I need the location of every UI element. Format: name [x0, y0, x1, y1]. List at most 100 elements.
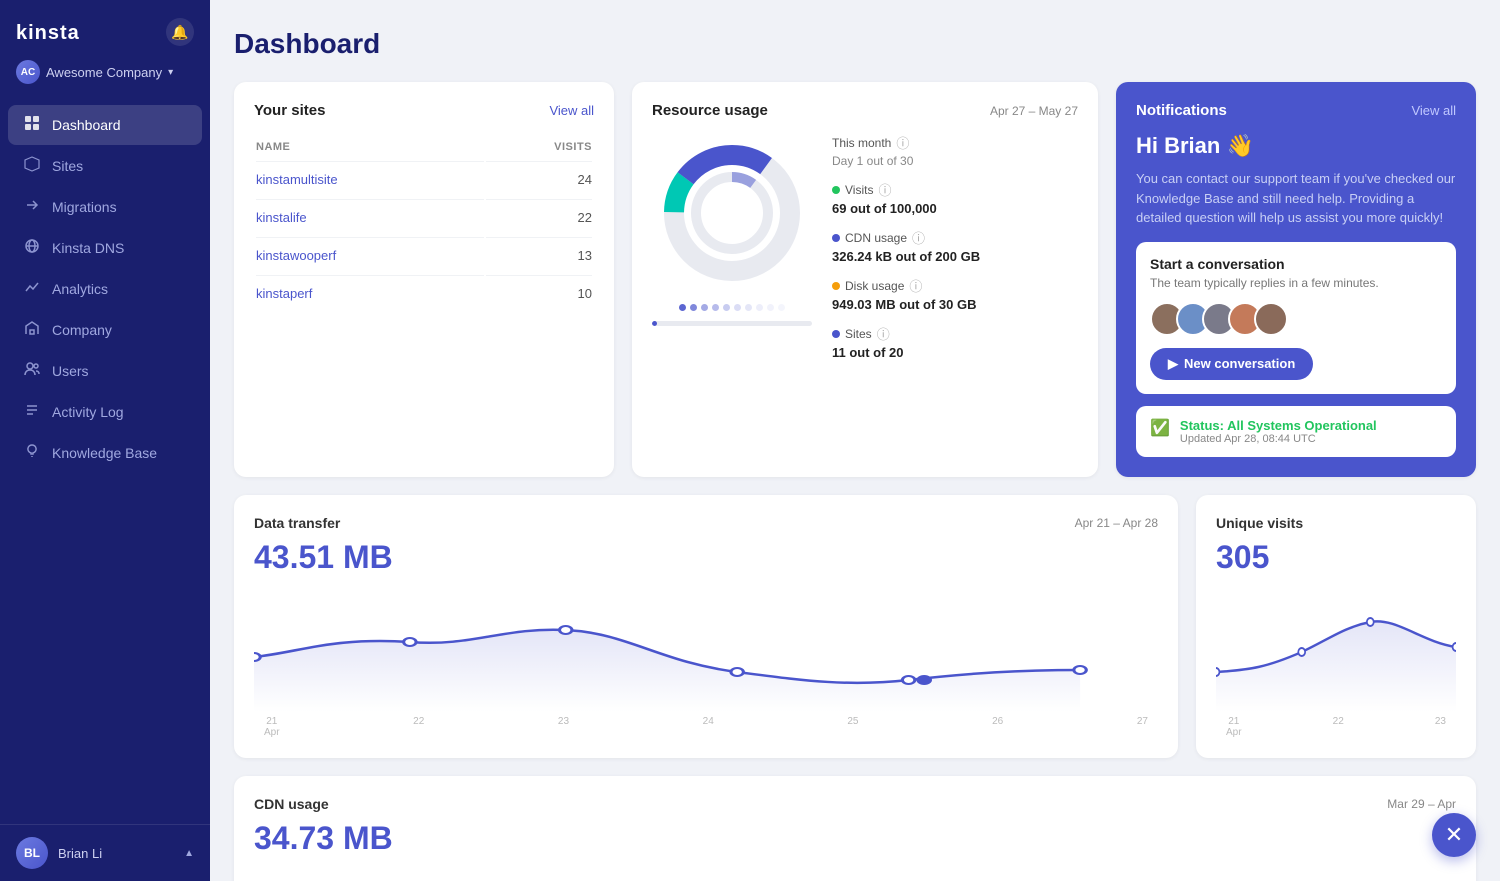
company-selector[interactable]: AC Awesome Company ▾ [0, 56, 210, 96]
sidebar-item-label-activity-log: Activity Log [52, 404, 124, 420]
site-link[interactable]: kinstalife [256, 210, 307, 225]
stat-sites: Sites ⓘ 11 out of 20 [832, 324, 1078, 360]
label-23: 23 [558, 716, 569, 738]
data-transfer-labels: 21Apr 22 23 24 25 26 27 [254, 716, 1158, 738]
users-icon [24, 361, 40, 381]
nav-section: Dashboard Sites Migrations Kinsta DNS An… [0, 96, 210, 824]
svg-text:kinsta: kinsta [16, 22, 80, 44]
uv-label-23: 23 [1435, 716, 1446, 738]
company-name: Awesome Company [46, 65, 162, 80]
sidebar-item-label-kinsta-dns: Kinsta DNS [52, 240, 124, 256]
stat-day-value: Day 1 out of 30 [832, 154, 1078, 168]
agent-avatar-5 [1254, 302, 1288, 336]
sidebar-item-sites[interactable]: Sites [8, 146, 202, 186]
stat-cdn: CDN usage ⓘ 326.24 kB out of 200 GB [832, 228, 1078, 264]
top-row: Your sites View all NAME VISITS kinstamu… [234, 82, 1476, 477]
stat-visits-value: 69 out of 100,000 [832, 201, 1078, 216]
data-transfer-header: Data transfer Apr 21 – Apr 28 [254, 515, 1158, 531]
stat-disk: Disk usage ⓘ 949.03 MB out of 30 GB [832, 276, 1078, 312]
notif-view-all[interactable]: View all [1411, 103, 1456, 118]
cdn-date: Mar 29 – Apr [1387, 797, 1456, 811]
sites-view-all[interactable]: View all [549, 103, 594, 118]
site-link[interactable]: kinstaperf [256, 286, 312, 301]
label-27: 27 [1137, 716, 1148, 738]
sites-card-title: Your sites [254, 102, 325, 119]
stat-cdn-value: 326.24 kB out of 200 GB [832, 249, 1078, 264]
sidebar-item-dashboard[interactable]: Dashboard [8, 105, 202, 145]
site-visits: 24 [486, 161, 592, 197]
site-link[interactable]: kinstamultisite [256, 172, 338, 187]
table-row: kinstaperf 10 [256, 275, 592, 311]
resource-card-title: Resource usage [652, 102, 768, 119]
site-link[interactable]: kinstawooperf [256, 248, 336, 263]
status-box: ✅ Status: All Systems Operational Update… [1136, 406, 1456, 457]
sidebar-item-label-company: Company [52, 322, 112, 338]
site-visits: 22 [486, 199, 592, 235]
cdn-value: 34.73 MB [254, 820, 1456, 857]
unique-visits-value: 305 [1216, 539, 1456, 576]
user-profile-bar[interactable]: BL Brian Li ▲ [0, 824, 210, 881]
conversation-box: Start a conversation The team typically … [1136, 242, 1456, 394]
table-row: kinstalife 22 [256, 199, 592, 235]
agent-avatars-row [1150, 302, 1442, 336]
cdn-header: CDN usage Mar 29 – Apr [254, 796, 1456, 812]
sites-table: NAME VISITS kinstamultisite 24 kinstalif… [254, 133, 594, 313]
status-check-icon: ✅ [1150, 418, 1170, 438]
resource-stats: This month ⓘ Day 1 out of 30 Visits ⓘ 69… [832, 133, 1078, 372]
kinsta-logo-svg: kinsta [16, 19, 96, 45]
sidebar-item-analytics[interactable]: Analytics [8, 269, 202, 309]
conv-title: Start a conversation [1150, 256, 1442, 272]
unique-visits-svg [1216, 592, 1456, 712]
notif-card-header: Notifications View all [1136, 102, 1456, 119]
stat-visits-label: Visits ⓘ [832, 180, 1078, 199]
migrations-icon [24, 197, 40, 217]
data-transfer-title: Data transfer [254, 515, 340, 531]
sidebar-item-migrations[interactable]: Migrations [8, 187, 202, 227]
label-24: 24 [703, 716, 714, 738]
user-avatar: BL [16, 837, 48, 869]
label-21: 21Apr [264, 716, 280, 738]
dashboard-icon [24, 115, 40, 135]
sidebar-item-users[interactable]: Users [8, 351, 202, 391]
uv-label-22: 22 [1333, 716, 1344, 738]
sites-card: Your sites View all NAME VISITS kinstamu… [234, 82, 614, 477]
sidebar-item-knowledge-base[interactable]: Knowledge Base [8, 433, 202, 473]
unique-visits-card: Unique visits 305 [1196, 495, 1476, 758]
sidebar-item-activity-log[interactable]: Activity Log [8, 392, 202, 432]
sidebar-item-label-sites: Sites [52, 158, 83, 174]
stat-visits: Visits ⓘ 69 out of 100,000 [832, 180, 1078, 216]
resource-date: Apr 27 – May 27 [990, 104, 1078, 118]
unique-visits-header: Unique visits [1216, 515, 1456, 531]
new-conversation-button[interactable]: ▶ New conversation [1150, 348, 1313, 380]
fab-button[interactable]: ✕ [1432, 813, 1476, 857]
sidebar-item-kinsta-dns[interactable]: Kinsta DNS [8, 228, 202, 268]
data-transfer-card: Data transfer Apr 21 – Apr 28 43.51 MB [234, 495, 1178, 758]
sidebar-header: kinsta 🔔 [0, 0, 210, 56]
sites-card-header: Your sites View all [254, 102, 594, 119]
notification-bell[interactable]: 🔔 [166, 18, 194, 46]
resource-layout: This month ⓘ Day 1 out of 30 Visits ⓘ 69… [652, 133, 1078, 372]
data-transfer-value: 43.51 MB [254, 539, 1158, 576]
sites-col-name: NAME [256, 135, 484, 159]
unique-visits-chart [1216, 592, 1456, 712]
knowledge-base-icon [24, 443, 40, 463]
activity-log-icon [24, 402, 40, 422]
send-icon: ▶ [1168, 356, 1178, 372]
stat-this-month: This month ⓘ Day 1 out of 30 [832, 133, 1078, 168]
main-content: Dashboard Your sites View all NAME VISIT… [210, 0, 1500, 881]
sidebar-item-label-migrations: Migrations [52, 199, 117, 215]
status-info: Status: All Systems Operational Updated … [1180, 418, 1377, 445]
fab-icon: ✕ [1445, 822, 1463, 848]
notif-greeting: Hi Brian 👋 [1136, 133, 1456, 159]
sites-icon [24, 156, 40, 176]
bottom-row: Data transfer Apr 21 – Apr 28 43.51 MB [234, 495, 1476, 758]
company-avatar: AC [16, 60, 40, 84]
notif-card-title: Notifications [1136, 102, 1227, 119]
label-25: 25 [847, 716, 858, 738]
conv-subtitle: The team typically replies in a few minu… [1150, 276, 1442, 290]
unique-visits-labels: 21Apr 22 23 [1216, 716, 1456, 738]
user-chevron-icon: ▲ [184, 848, 194, 859]
company-icon [24, 320, 40, 340]
stat-disk-label: Disk usage ⓘ [832, 276, 1078, 295]
sidebar-item-company[interactable]: Company [8, 310, 202, 350]
